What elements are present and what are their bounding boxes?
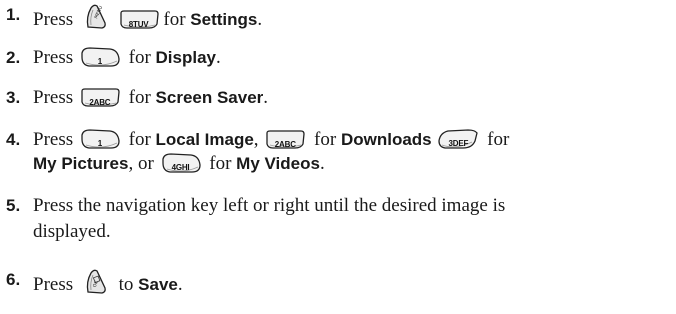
- for-text: for: [128, 87, 151, 108]
- step-number: 1.: [6, 5, 21, 24]
- menu-target: Screen Saver: [155, 88, 264, 107]
- number-key-1-icon: 1: [80, 47, 120, 67]
- period: .: [177, 274, 183, 295]
- number-key-4-icon: 4GHI: [161, 153, 201, 173]
- key-label: 8TUV: [128, 20, 149, 29]
- key-label: 2ABC: [89, 98, 111, 107]
- key-label: 4GHI: [171, 163, 190, 172]
- number-key-2-icon: 2ABC: [265, 130, 305, 149]
- period: .: [257, 9, 263, 30]
- for-text: for: [128, 47, 151, 68]
- press-text: Press: [33, 129, 74, 150]
- step-number: 2.: [6, 48, 21, 67]
- number-key-3-icon: 3DEF: [438, 129, 479, 149]
- to-text: to: [118, 274, 134, 295]
- instruction-list: 1. Press MENU 8TUV for Settings. 2. Pres…: [0, 0, 676, 314]
- press-text: Press: [33, 47, 74, 68]
- number-key-1-icon: 1: [80, 129, 120, 149]
- step-number: 3.: [6, 88, 21, 107]
- step-number: 6.: [6, 270, 21, 289]
- step-text: displayed.: [33, 221, 111, 242]
- for-text: for: [487, 129, 510, 150]
- menu-target: Local Image: [155, 130, 254, 149]
- menu-target: Display: [155, 48, 217, 67]
- period: .: [216, 47, 221, 68]
- for-text: for: [209, 153, 232, 174]
- step-text: Press the navigation key left or right u…: [33, 195, 506, 216]
- menu-target: My Videos: [236, 154, 320, 173]
- ok-side-key-icon: OK: [84, 268, 108, 294]
- or-text: , or: [128, 153, 154, 174]
- menu-target: My Pictures: [33, 154, 129, 173]
- press-text: Press: [33, 274, 74, 295]
- menu-target: Save: [138, 275, 178, 294]
- comma: ,: [253, 129, 259, 150]
- menu-target: Downloads: [340, 130, 432, 149]
- for-text: for: [163, 9, 186, 30]
- menu-ok-side-key-icon: MENU: [84, 3, 108, 29]
- period: .: [263, 87, 269, 108]
- press-text: Press: [33, 87, 74, 108]
- for-text: for: [128, 129, 151, 150]
- for-text: for: [314, 129, 337, 150]
- menu-target: Settings: [190, 10, 258, 29]
- press-text: Press: [33, 9, 74, 30]
- key-label: 1: [97, 57, 102, 66]
- step-number: 4.: [6, 130, 21, 149]
- key-label: 3DEF: [448, 139, 469, 148]
- period: .: [319, 153, 325, 174]
- number-key-8-icon: 8TUV: [119, 10, 159, 29]
- number-key-2-icon: 2ABC: [80, 88, 120, 107]
- step-number: 5.: [6, 196, 21, 215]
